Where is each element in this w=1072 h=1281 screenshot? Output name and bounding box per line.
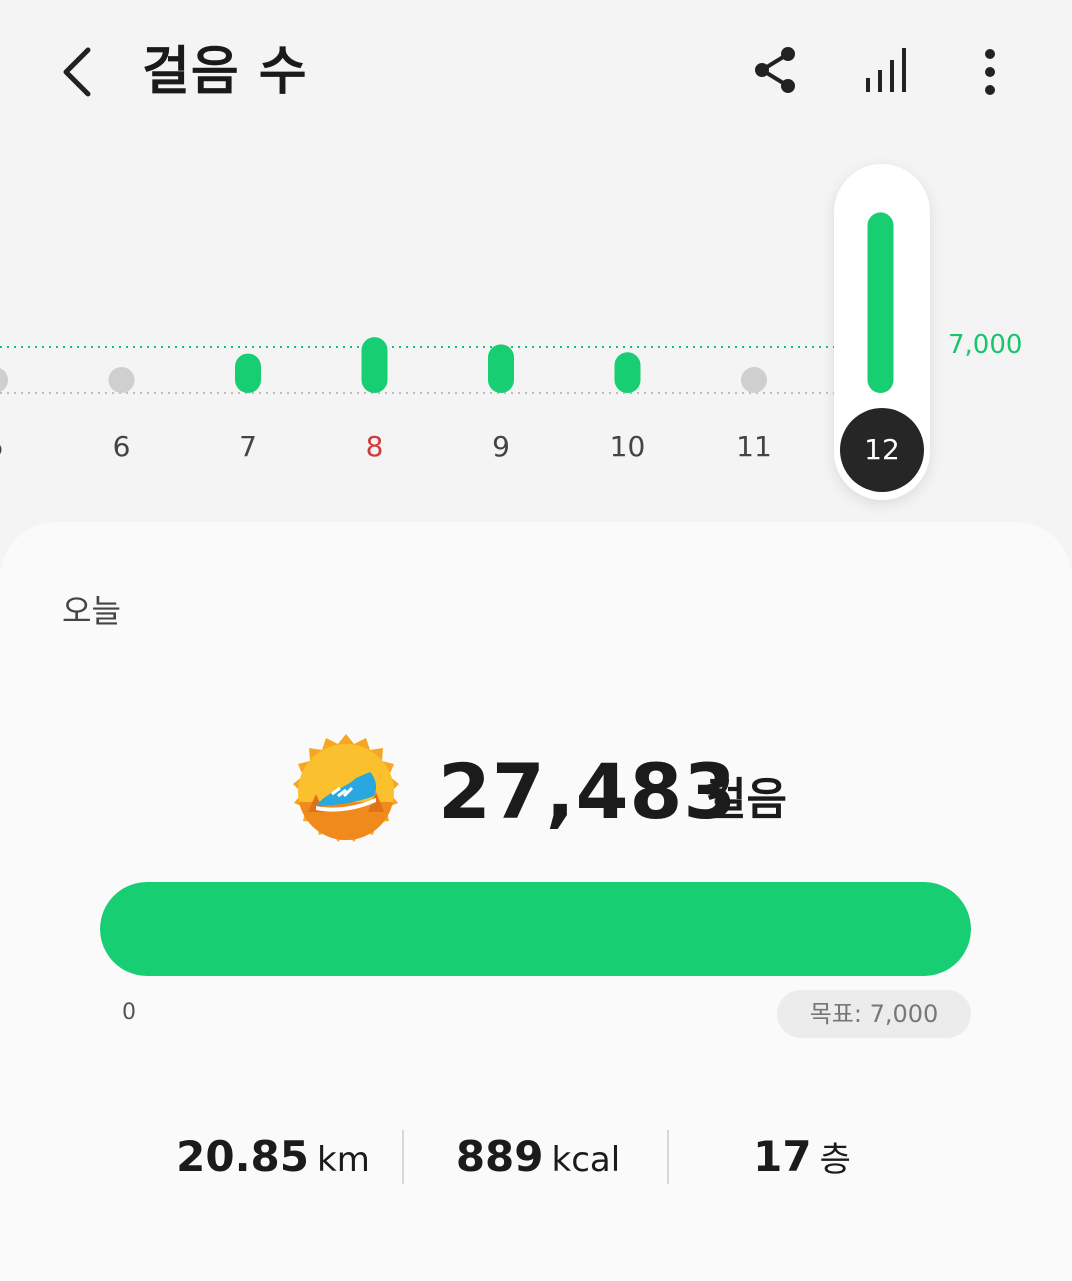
day-label-8[interactable]: 8 bbox=[345, 430, 405, 463]
bar-12[interactable] bbox=[867, 212, 894, 393]
stats-divider bbox=[402, 1130, 404, 1184]
distance-stat: 20.85 km bbox=[168, 1122, 378, 1192]
selected-day-label[interactable]: 12 bbox=[840, 408, 924, 492]
more-vertical-icon bbox=[985, 49, 995, 95]
day-label-9[interactable]: 9 bbox=[471, 430, 531, 463]
bar-9[interactable] bbox=[488, 344, 514, 393]
bar-8[interactable] bbox=[361, 337, 388, 393]
bar-empty-11[interactable] bbox=[741, 367, 767, 393]
floors-value: 17 bbox=[753, 1132, 812, 1181]
distance-unit: km bbox=[317, 1140, 370, 1180]
floors-stat: 17 층 bbox=[722, 1122, 882, 1192]
stats-row: 20.85 km 889 kcal 17 층 bbox=[0, 1122, 1072, 1192]
back-button[interactable] bbox=[48, 36, 112, 108]
calories-value: 889 bbox=[455, 1132, 544, 1181]
bar-chart-icon bbox=[866, 48, 906, 92]
day-label-7[interactable]: 7 bbox=[218, 430, 278, 463]
back-icon bbox=[63, 47, 91, 97]
day-label-11[interactable]: 11 bbox=[724, 430, 784, 463]
step-count: 27,483 bbox=[438, 747, 738, 836]
top-app-bar: 걸음 수 bbox=[0, 0, 1072, 140]
floors-unit: 층 bbox=[819, 1140, 851, 1180]
daily-steps-chart: 7,000 5 6 7 8 9 10 11 12 bbox=[0, 150, 1072, 520]
period-label: 오늘 bbox=[62, 592, 121, 630]
calories-unit: kcal bbox=[551, 1140, 621, 1180]
day-label-5[interactable]: 5 bbox=[0, 430, 25, 463]
shoe-badge-icon bbox=[286, 732, 406, 852]
distance-value: 20.85 bbox=[176, 1132, 310, 1181]
step-count-unit: 걸음 bbox=[706, 774, 787, 825]
trends-button[interactable] bbox=[856, 36, 920, 108]
bar-7[interactable] bbox=[235, 353, 261, 393]
day-label-10[interactable]: 10 bbox=[598, 430, 658, 463]
bar-empty-6[interactable] bbox=[108, 367, 135, 393]
bar-10[interactable] bbox=[614, 352, 641, 393]
steps-screen: 걸음 수 7,000 6 7 8 9 10 11 12 오늘 27,483 걸음… bbox=[0, 0, 1072, 1281]
summary-card: 오늘 27,483 걸음 0 목표: 7,000 20.85 km 889 kc… bbox=[0, 522, 1072, 1281]
calories-stat: 889 kcal bbox=[438, 1122, 638, 1192]
share-button[interactable] bbox=[744, 36, 808, 108]
goal-progress-bar bbox=[100, 882, 971, 976]
goal-line-label: 7,000 bbox=[948, 330, 1023, 360]
page-title: 걸음 수 bbox=[142, 42, 308, 102]
goal-chip[interactable]: 목표: 7,000 bbox=[777, 990, 971, 1038]
stats-divider bbox=[667, 1130, 669, 1184]
day-label-6[interactable]: 6 bbox=[92, 430, 152, 463]
more-options-button[interactable] bbox=[958, 36, 1022, 108]
goal-progress-fill bbox=[100, 882, 971, 976]
share-icon bbox=[755, 47, 795, 93]
bar-empty-5[interactable] bbox=[0, 367, 8, 393]
progress-min-label: 0 bbox=[122, 1000, 136, 1025]
